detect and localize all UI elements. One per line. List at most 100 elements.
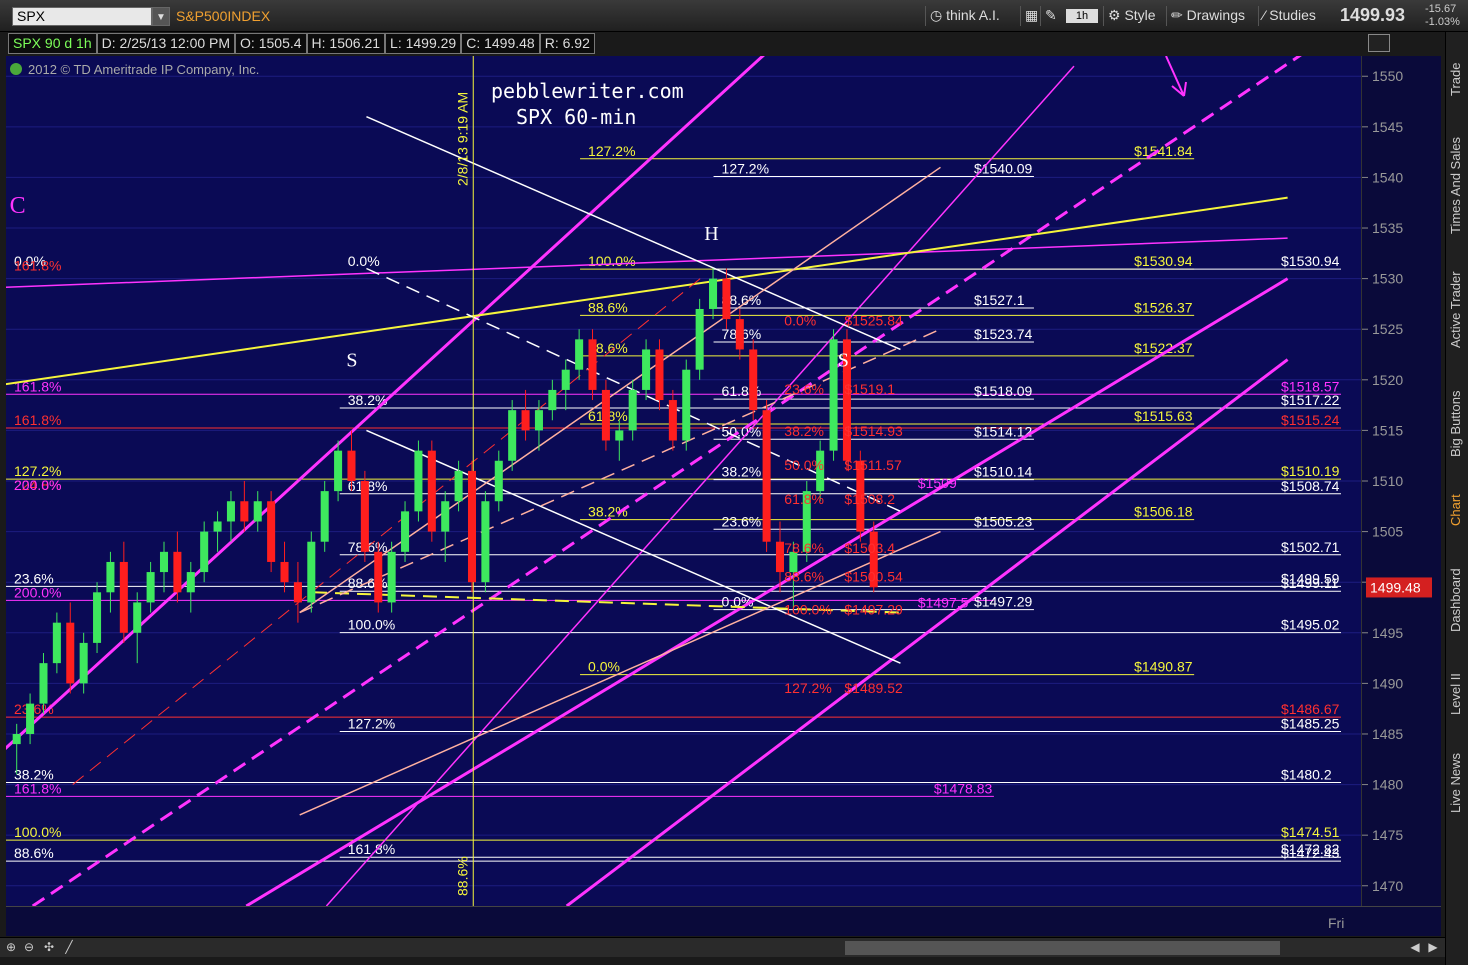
y-tick-label: 1545	[1372, 119, 1403, 135]
y-tick-label: 1470	[1372, 878, 1403, 894]
style-icon: ⚙	[1108, 7, 1125, 23]
candle-body	[307, 541, 316, 603]
fib-percent-label: 127.2%	[348, 715, 395, 731]
fib-price-label: $1530.94	[1281, 253, 1340, 269]
candle-body	[749, 349, 758, 411]
y-tick-label: 1535	[1372, 220, 1403, 236]
candle-body	[347, 450, 356, 481]
pan-icon[interactable]: ✣	[42, 940, 56, 954]
grid-icon[interactable]: ▦	[1020, 6, 1042, 26]
tab-dashboard[interactable]: Dashboard	[1448, 552, 1467, 648]
pattern-label: S	[346, 350, 357, 372]
y-tick-label: 1480	[1372, 777, 1403, 793]
drawings-button[interactable]: ✏ Drawings	[1166, 6, 1249, 26]
symbol-description: S&P500INDEX	[176, 8, 271, 24]
y-tick-label: 1475	[1372, 827, 1403, 843]
candle-body	[401, 511, 410, 552]
fib-price-label: $1510.19	[1281, 463, 1340, 479]
chart-toolbar: SPX ▼ S&P500INDEX ◷ think A.I. ▦ ✎ 1h ⚙ …	[0, 0, 1468, 32]
style-button[interactable]: ⚙ Style	[1103, 6, 1160, 26]
fib-price-label: $1485.25	[1281, 715, 1340, 731]
red-fib-percent: 50.0%	[784, 457, 824, 473]
chart-title: pebblewriter.com	[491, 79, 684, 103]
red-fib-percent: 127.2%	[784, 680, 831, 696]
bar-date: D: 2/25/13 12:00 PM	[96, 33, 236, 54]
fib-price-label: $1478.83	[934, 780, 993, 796]
candle-body	[253, 501, 262, 522]
pattern-label: C	[10, 193, 26, 219]
magenta-price-label: $1509	[918, 475, 957, 491]
candle-body	[119, 561, 128, 633]
red-fib-percent: 23.6%	[784, 381, 824, 397]
symbol-input[interactable]: SPX	[12, 7, 152, 26]
tab-active-trader[interactable]: Active Trader	[1448, 256, 1467, 364]
y-tick-label: 1485	[1372, 726, 1403, 742]
tab-live-news[interactable]: Live News	[1448, 740, 1467, 826]
y-tick-label: 1505	[1372, 524, 1403, 540]
bar-range: R: 6.92	[539, 33, 595, 54]
wrench-icon[interactable]: ✎	[1040, 6, 1061, 26]
think-ai-icon: ◷	[930, 7, 947, 23]
candle-body	[534, 410, 543, 431]
red-fib-percent: 78.6%	[784, 540, 824, 556]
studies-button[interactable]: ⁄ Studies	[1258, 6, 1320, 26]
studies-label: Studies	[1269, 7, 1316, 23]
scroll-thumb[interactable]	[845, 941, 1280, 955]
fib-price-label: $1541.84	[1134, 143, 1193, 159]
interval-button[interactable]: 1h	[1066, 9, 1098, 23]
tab-trade[interactable]: Trade	[1448, 40, 1467, 118]
fib-percent-label: 161.8%	[14, 412, 61, 428]
candle-body	[26, 703, 35, 734]
left-fib-label: 0.0%	[348, 253, 380, 269]
net-change: -15.67	[1425, 3, 1457, 15]
red-fib-percent: 100.0%	[784, 602, 831, 618]
draw-line-icon[interactable]: ╱	[62, 940, 76, 954]
red-fib-price: $1508.2	[844, 491, 895, 507]
y-tick-label: 1550	[1372, 68, 1403, 84]
zoom-in-icon[interactable]: ⊕	[4, 940, 18, 954]
scroll-left-icon[interactable]: ◀	[1408, 940, 1422, 954]
candle-body	[39, 663, 48, 704]
fib-price-label: $1506.18	[1134, 504, 1193, 520]
fib-price-label: $1526.37	[1134, 299, 1193, 315]
drawings-label: Drawings	[1186, 7, 1245, 23]
bar-open: O: 1505.4	[235, 33, 307, 54]
candle-body	[414, 450, 423, 512]
scroll-right-icon[interactable]: ▶	[1426, 940, 1440, 954]
candle-body	[548, 389, 557, 411]
think-ai-button[interactable]: ◷ think A.I.	[925, 6, 1004, 26]
chart-scrollbar[interactable]	[0, 937, 1445, 957]
price-chart[interactable]: $1541.84 127.2% $1540.09 127.2% $1530.94 100.…	[0, 14, 1361, 908]
candle-body	[628, 389, 637, 431]
candle-body	[722, 278, 731, 320]
price-axis[interactable]: 1470147514801485149014951500150515101515…	[1361, 56, 1441, 906]
candle-body	[762, 410, 771, 542]
tab-level-ii[interactable]: Level II	[1448, 660, 1467, 728]
red-fib-percent: 0.0%	[784, 313, 816, 329]
vertical-marker-label: 2/8/13 9:19 AM	[454, 92, 470, 186]
zoom-out-icon[interactable]: ⊖	[22, 940, 36, 954]
tab-big-buttons[interactable]: Big Buttons	[1448, 374, 1467, 474]
bar-low: L: 1499.29	[385, 33, 462, 54]
price-axis-canvas: 1470147514801485149014951500150515101515…	[1362, 68, 1432, 894]
candle-body	[200, 531, 209, 573]
chart-canvas[interactable]: $1541.84127.2%$1540.09127.2%$1530.94100.…	[0, 14, 1361, 908]
chart-symbol-period[interactable]: SPX 90 d 1h	[8, 33, 97, 54]
y-tick-label: 1490	[1372, 675, 1403, 691]
candle-body	[12, 733, 21, 745]
candle-body	[226, 501, 235, 522]
time-axis[interactable]: Fri	[6, 906, 1441, 936]
fib-price-label: $1495.02	[1281, 617, 1340, 633]
tab-times-and-sales[interactable]: Times And Sales	[1448, 124, 1467, 246]
chart-settings-icon[interactable]	[1368, 34, 1390, 52]
fib-percent-label: 161.8%	[14, 780, 61, 796]
red-fib-price: $1497.29	[844, 602, 903, 618]
candle-body	[93, 592, 102, 643]
symbol-dropdown-icon[interactable]: ▼	[152, 7, 170, 26]
candle-body	[709, 278, 718, 309]
candle-body	[441, 501, 450, 532]
red-fib-percent: 88.6%	[784, 569, 824, 585]
fib-percent-label: 0.0%	[588, 659, 620, 675]
fib-price-label: $1480.2	[1281, 767, 1332, 783]
tab-chart[interactable]: Chart	[1448, 482, 1467, 538]
